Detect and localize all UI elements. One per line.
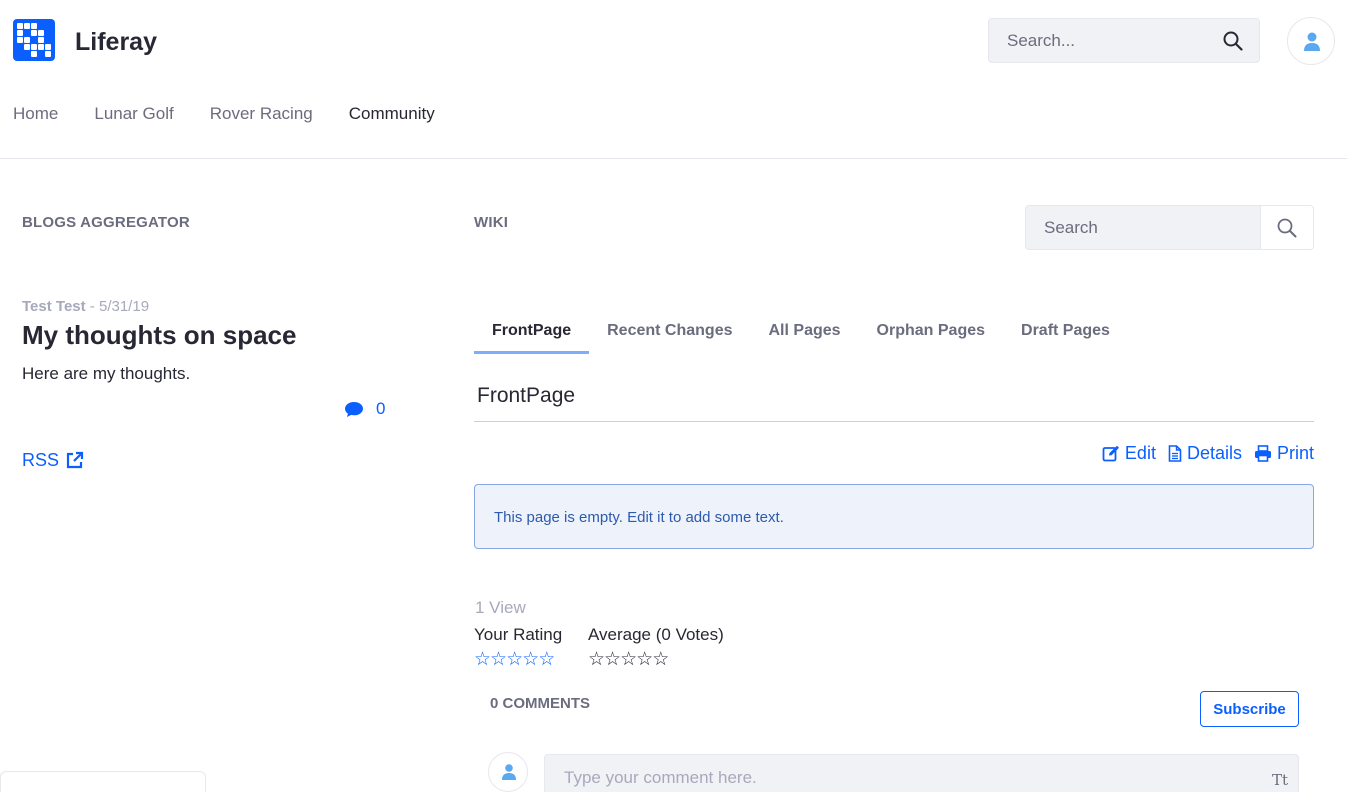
blog-entry-comment-count: 0	[376, 399, 386, 418]
wiki-search-box	[1025, 205, 1314, 250]
details-label: Details	[1186, 443, 1242, 463]
heading-divider	[474, 421, 1314, 422]
wiki-search-input[interactable]	[1026, 206, 1262, 249]
commenter-avatar	[488, 752, 528, 792]
tab-recent-changes[interactable]: Recent Changes	[589, 310, 750, 354]
search-icon[interactable]	[1223, 31, 1243, 51]
nav-item-community[interactable]: Community	[349, 104, 435, 124]
document-icon	[1168, 445, 1182, 462]
details-button[interactable]: Details	[1168, 443, 1242, 464]
wiki-page-actions: Edit Details Print	[1102, 443, 1314, 464]
comment-placeholder: Type your comment here.	[564, 768, 757, 787]
edit-icon	[1102, 445, 1119, 462]
site-logo[interactable]	[13, 19, 55, 61]
your-rating-label: Your Rating	[474, 625, 563, 644]
star-icon: ☆	[604, 649, 621, 670]
blog-entry-title[interactable]: My thoughts on space	[22, 320, 296, 351]
print-label: Print	[1276, 443, 1314, 463]
blog-entry-date: 5/31/19	[98, 298, 150, 315]
wiki-search-button[interactable]	[1260, 206, 1313, 249]
star-icon[interactable]: ☆	[522, 649, 539, 671]
site-title[interactable]: Liferay	[75, 28, 157, 57]
nav-item-home[interactable]: Home	[13, 104, 58, 124]
tab-orphan-pages[interactable]: Orphan Pages	[859, 310, 1003, 354]
user-icon	[502, 764, 516, 780]
print-button[interactable]: Print	[1254, 443, 1314, 464]
star-icon[interactable]: ☆	[490, 649, 507, 671]
top-search-box	[988, 18, 1260, 63]
comment-icon	[345, 401, 363, 417]
text-format-icon[interactable]: Tt	[1272, 771, 1288, 789]
tab-draft-pages[interactable]: Draft Pages	[1003, 310, 1128, 354]
empty-page-alert: This page is empty. Edit it to add some …	[474, 484, 1314, 549]
nav-divider	[0, 158, 1347, 159]
user-avatar-button[interactable]	[1287, 17, 1335, 65]
user-icon	[1304, 32, 1320, 51]
subscribe-button[interactable]: Subscribe	[1200, 691, 1299, 727]
rss-label: RSS	[22, 450, 60, 470]
star-icon: ☆	[652, 649, 669, 670]
star-icon[interactable]: ☆	[474, 649, 491, 671]
star-icon[interactable]: ☆	[506, 649, 523, 671]
main-nav: Home Lunar Golf Rover Racing Community	[13, 104, 471, 124]
blogs-section-title: BLOGS AGGREGATOR	[22, 214, 190, 231]
wiki-page-title: FrontPage	[477, 384, 576, 407]
edit-button[interactable]: Edit	[1102, 443, 1156, 464]
meta-separator: -	[85, 298, 99, 315]
blog-entry-author[interactable]: Test Test	[22, 298, 86, 315]
average-rating-stars: ☆ ☆ ☆ ☆ ☆	[588, 649, 669, 671]
star-icon: ☆	[620, 649, 637, 670]
rss-link[interactable]: RSS	[22, 450, 84, 471]
top-search-input[interactable]	[989, 19, 1209, 62]
nav-item-rover-racing[interactable]: Rover Racing	[210, 104, 313, 124]
bottom-panel-tab[interactable]	[0, 771, 206, 792]
comments-count: 0 COMMENTS	[490, 695, 591, 712]
external-link-icon	[66, 451, 84, 469]
blog-entry-comments-link[interactable]: 0	[344, 399, 385, 419]
blog-entry-meta: Test Test - 5/31/19	[22, 298, 149, 315]
search-icon	[1277, 218, 1297, 237]
average-rating-label: Average (0 Votes)	[588, 625, 724, 644]
blog-entry-summary: Here are my thoughts.	[22, 364, 191, 383]
edit-label: Edit	[1124, 443, 1156, 463]
tab-frontpage[interactable]: FrontPage	[474, 310, 590, 354]
comment-input[interactable]: Type your comment here. Tt	[544, 754, 1299, 792]
star-icon: ☆	[588, 649, 605, 670]
nav-item-lunar-golf[interactable]: Lunar Golf	[94, 104, 173, 124]
print-icon	[1254, 445, 1271, 462]
star-icon[interactable]: ☆	[538, 649, 555, 671]
wiki-section-title: WIKI	[474, 214, 509, 231]
tab-all-pages[interactable]: All Pages	[751, 310, 859, 354]
star-icon: ☆	[636, 649, 653, 670]
empty-page-message: This page is empty. Edit it to add some …	[494, 509, 784, 526]
wiki-tabs: FrontPage Recent Changes All Pages Orpha…	[474, 310, 1128, 354]
your-rating-stars[interactable]: ☆ ☆ ☆ ☆ ☆	[474, 649, 555, 671]
view-count: 1 View	[475, 598, 526, 617]
